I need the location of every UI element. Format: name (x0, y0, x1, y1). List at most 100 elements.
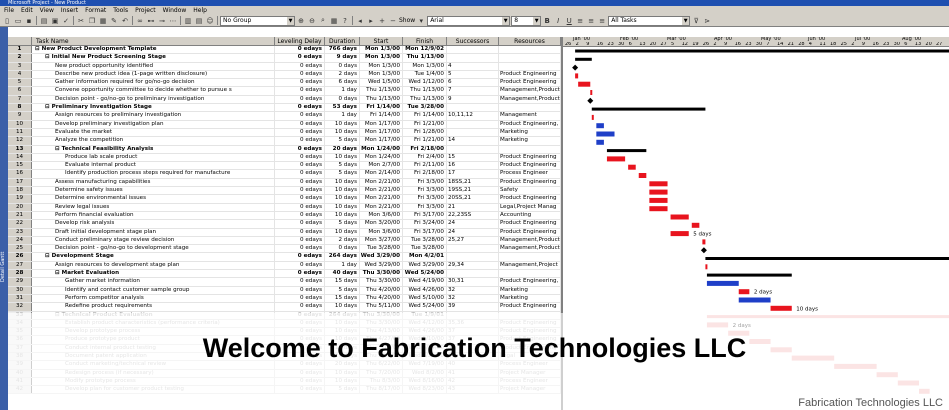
task-bar[interactable] (738, 289, 750, 295)
column-header-resources[interactable]: Resources (499, 37, 561, 45)
task-bar[interactable] (628, 164, 636, 170)
font-select[interactable]: Arial ▼ (427, 15, 511, 26)
collapse-icon[interactable]: ⊟ (45, 54, 52, 60)
hyperlink-icon[interactable]: ∞ (135, 16, 145, 26)
menu-help[interactable]: Help (191, 7, 209, 14)
menu-window[interactable]: Window (161, 7, 189, 14)
show-menu[interactable]: Show (399, 17, 415, 24)
summary-bar[interactable] (705, 257, 949, 260)
italic-button[interactable]: I (553, 16, 563, 26)
task-bar[interactable] (606, 156, 626, 162)
table-row[interactable]: 14 Produce lab scale product 0 edays 10 day… (8, 153, 561, 163)
copy-picture-icon[interactable]: ▦ (329, 16, 339, 26)
collapse-icon[interactable]: ⊟ (45, 104, 52, 110)
goto-task-icon[interactable]: ⌕ (318, 16, 328, 26)
summary-bar[interactable] (575, 57, 592, 61)
format-painter-icon[interactable]: ✎ (109, 16, 119, 26)
column-header-task-name[interactable]: Task Name (32, 37, 275, 45)
table-row[interactable]: 5 Gather information required for go/no-g… (8, 79, 561, 88)
chevron-down-icon[interactable]: ▼ (287, 16, 294, 25)
task-bar[interactable] (575, 73, 579, 79)
help-icon[interactable]: ? (340, 16, 350, 26)
notes-icon[interactable]: ▤ (194, 16, 204, 26)
gantt-wizard-icon[interactable]: ⋗ (702, 16, 712, 26)
milestone-marker[interactable] (572, 64, 579, 71)
task-bar[interactable] (705, 264, 708, 270)
underline-button[interactable]: U (564, 16, 574, 26)
summary-bar[interactable] (575, 49, 949, 53)
table-row[interactable]: 4 Describe new product idea (1-page writt… (8, 70, 561, 80)
scroll-right-icon[interactable]: ▸ (366, 16, 376, 26)
menu-view[interactable]: View (38, 7, 56, 14)
menu-tools[interactable]: Tools (111, 7, 130, 14)
undo-icon[interactable]: ↶ (120, 16, 130, 26)
save-icon[interactable]: ▪ (24, 16, 34, 26)
chevron-down-icon[interactable]: ▼ (682, 16, 690, 25)
summary-bar[interactable] (591, 107, 706, 111)
task-bar[interactable] (670, 231, 689, 237)
task-bar[interactable] (706, 280, 739, 286)
collapse-icon[interactable]: ⊟ (35, 46, 42, 52)
table-row[interactable]: 23 Draft initial development stage plan 0 … (8, 228, 561, 237)
table-row[interactable]: 17 Assess manufacturing capabilities 0 eda… (8, 178, 561, 188)
select-all-corner[interactable] (8, 37, 32, 45)
summary-bar[interactable] (706, 273, 792, 277)
table-row[interactable]: 15 Evaluate internal product 0 edays 5 days… (8, 162, 561, 171)
chevron-down-icon[interactable]: ▾ (416, 16, 426, 26)
cut-icon[interactable]: ✂ (76, 16, 86, 26)
task-bar[interactable] (691, 222, 700, 228)
split-task-icon[interactable]: ⋯ (168, 16, 178, 26)
print-preview-icon[interactable]: ▣ (50, 16, 60, 26)
table-row[interactable]: 31 Perform competitor analysis 0 edays 15 d… (8, 294, 561, 304)
collapse-icon[interactable]: ⊟ (55, 270, 62, 276)
font-size-select[interactable]: 8 ▼ (511, 15, 542, 26)
column-header-leveling-delay[interactable]: Leveling Delay (275, 37, 325, 45)
table-row[interactable]: 32 Redefine product requirements 0 edays 10… (8, 303, 561, 312)
table-row[interactable]: 21 Perform financial evaluation 0 edays 10 … (8, 211, 561, 221)
task-bar[interactable] (770, 305, 792, 311)
scroll-left-icon[interactable]: ◂ (355, 16, 365, 26)
remove-icon[interactable]: − (388, 16, 398, 26)
task-bar[interactable] (670, 214, 689, 220)
task-bar[interactable] (590, 90, 593, 95)
zoom-out-icon[interactable]: ⊖ (307, 16, 317, 26)
menu-file[interactable]: File (2, 7, 16, 14)
table-row[interactable]: 26 ⊟ Development Stage 0 edays 264 days Wed … (8, 253, 561, 262)
collapse-icon[interactable]: ⊟ (45, 253, 52, 259)
collapse-icon[interactable]: ⊟ (55, 146, 62, 152)
column-header-duration[interactable]: Duration (325, 37, 360, 45)
assign-resources-icon[interactable]: ☺ (205, 16, 215, 26)
table-row[interactable]: 30 Identify and contact customer sample g… (8, 286, 561, 295)
table-row[interactable]: 6 Convene opportunity committee to decide… (8, 87, 561, 96)
align-left-icon[interactable]: ≡ (575, 16, 585, 26)
task-bar[interactable] (649, 181, 668, 187)
print-icon[interactable]: ▤ (39, 16, 49, 26)
paste-icon[interactable]: ▦ (98, 16, 108, 26)
table-row[interactable]: 7 Decision point - go/no-go to preliminar… (8, 95, 561, 105)
filter-select[interactable]: All Tasks ▼ (608, 15, 691, 26)
menu-project[interactable]: Project (133, 7, 158, 14)
table-row[interactable]: 22 Develop risk analysis 0 edays 5 days Mon … (8, 220, 561, 229)
task-bar[interactable] (596, 123, 604, 129)
task-bar[interactable] (649, 206, 668, 212)
table-row[interactable]: 12 Analyze the competition 0 edays 5 days Mo… (8, 137, 561, 146)
column-header-successors[interactable]: Successors (447, 37, 499, 45)
table-row[interactable]: 2 ⊟ Initial New Product Screening Stage 0 … (8, 54, 561, 63)
table-row[interactable]: 11 Evaluate the market 0 edays 10 days Mon 1… (8, 128, 561, 138)
new-icon[interactable]: ▯ (2, 16, 12, 26)
table-row[interactable]: 3 New product opportunity identified 0 eda… (8, 62, 561, 71)
menu-insert[interactable]: Insert (59, 7, 80, 14)
task-bar[interactable] (649, 189, 668, 195)
table-row[interactable]: 25 Decision point - go/no-go to developme… (8, 245, 561, 254)
milestone-marker[interactable] (587, 97, 594, 104)
task-bar[interactable] (738, 297, 771, 303)
autofilter-icon[interactable]: ⊽ (691, 16, 701, 26)
table-row[interactable]: 18 Determine safety issues 0 edays 10 days M… (8, 187, 561, 196)
task-info-icon[interactable]: ▥ (183, 16, 193, 26)
link-tasks-icon[interactable]: ⊷ (146, 16, 156, 26)
task-bar[interactable] (578, 81, 591, 87)
table-row[interactable]: 13 ⊟ Technical Feasibility Analysis 0 eday… (8, 145, 561, 154)
column-header-start[interactable]: Start (360, 37, 403, 45)
table-row[interactable]: 9 Assign resources to preliminary investi… (8, 112, 561, 121)
table-row[interactable]: 8 ⊟ Preliminary Investigation Stage 0 eday… (8, 104, 561, 113)
